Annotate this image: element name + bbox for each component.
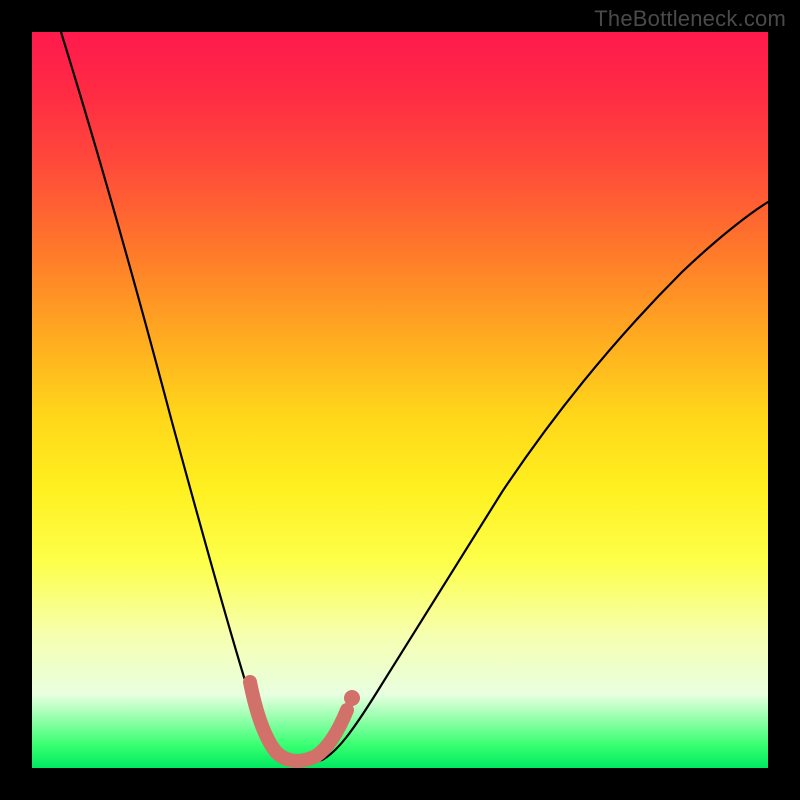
watermark-text: TheBottleneck.com bbox=[594, 6, 786, 32]
curve-layer bbox=[32, 32, 768, 768]
optimal-zone-marker bbox=[250, 682, 347, 761]
marker-end-dot bbox=[344, 690, 360, 706]
chart-frame: TheBottleneck.com bbox=[0, 0, 800, 800]
plot-area bbox=[32, 32, 768, 768]
bottleneck-curve bbox=[61, 32, 768, 763]
